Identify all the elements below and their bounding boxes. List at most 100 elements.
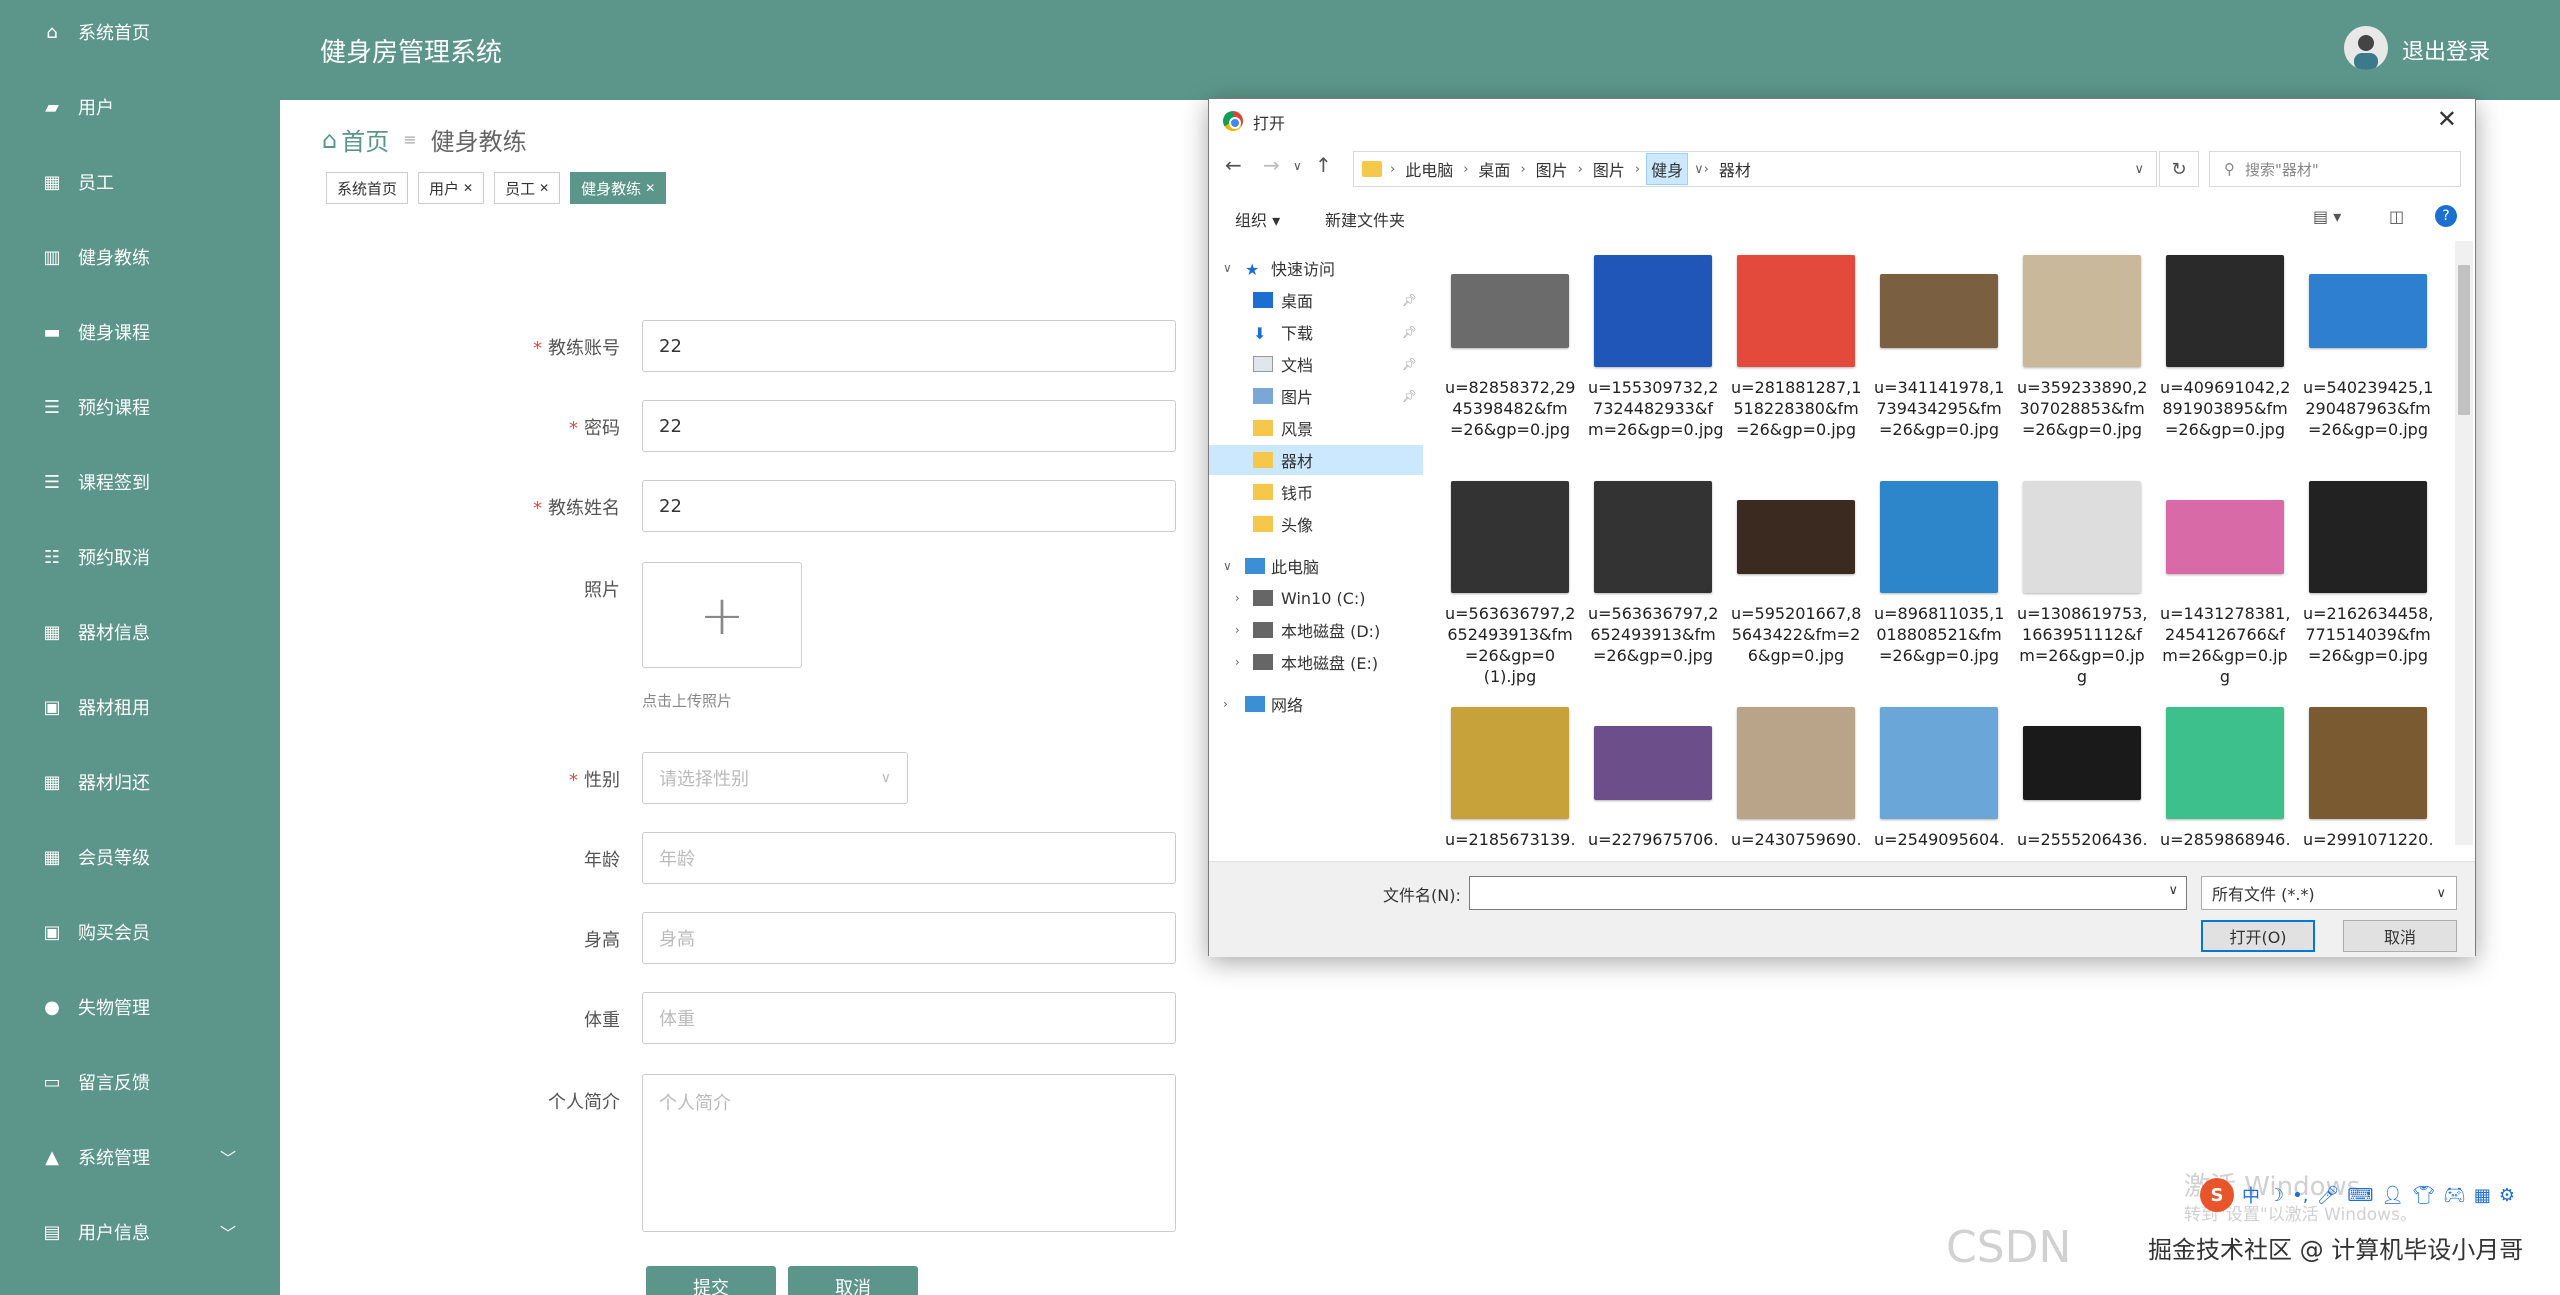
file-item[interactable]: u=2185673139,1962253289&f	[1445, 703, 1575, 845]
file-item[interactable]: u=2430759690,1157824097&f	[1731, 703, 1861, 845]
sidebar-item[interactable]: ☰ 课程签到	[0, 462, 280, 502]
logout-button[interactable]: 退出登录	[2402, 34, 2490, 66]
file-item[interactable]: u=896811035,1 018808521&fm =26&gp=0.jpg	[1874, 477, 2004, 666]
sidebar-item[interactable]: ▣ 器材租用	[0, 687, 280, 727]
avatar[interactable]	[2344, 26, 2388, 70]
tree-item[interactable]: 器材	[1209, 445, 1423, 475]
address-dropdown-icon[interactable]: ∨	[2134, 162, 2144, 177]
expand-icon[interactable]: ›	[1235, 591, 1240, 605]
account-input[interactable]: 22	[642, 320, 1176, 372]
back-icon[interactable]: ←	[1225, 153, 1242, 177]
recent-dropdown-icon[interactable]: ∨	[1293, 159, 1302, 173]
dialog-cancel-button[interactable]: 取消	[2343, 920, 2457, 952]
new-folder-button[interactable]: 新建文件夹	[1325, 207, 1405, 231]
refresh-icon[interactable]: ↻	[2159, 151, 2199, 187]
punctuation-icon[interactable]: •,	[2292, 1185, 2308, 1206]
help-icon[interactable]: ?	[2435, 205, 2457, 227]
chevron-down-icon[interactable]: ∨	[2168, 883, 2178, 898]
file-item[interactable]: u=2859868946,2452975798&f	[2160, 703, 2290, 845]
file-item[interactable]: u=341141978,1 739434295&fm =26&gp=0.jpg	[1874, 251, 2004, 440]
tree-item[interactable]: › 网络	[1209, 689, 1423, 719]
sidebar-item[interactable]: ▰ 用户	[0, 87, 280, 127]
gamepad-icon[interactable]: 🎮︎	[2443, 1185, 2466, 1206]
sidebar-item[interactable]: ▣ 购买会员	[0, 912, 280, 952]
tree-item[interactable]: › 本地磁盘 (D:)	[1209, 615, 1423, 645]
sidebar-item[interactable]: ▥ 健身教练	[0, 237, 280, 277]
path-segment[interactable]: 图片	[1532, 154, 1572, 184]
up-icon[interactable]: ↑	[1315, 153, 1332, 177]
tree-item[interactable]: 头像	[1209, 509, 1423, 539]
breadcrumb-home[interactable]: 首页	[341, 122, 389, 157]
view-options-icon[interactable]: ▤ ▾	[2313, 207, 2341, 226]
sidebar-item[interactable]: ▬ 健身课程	[0, 312, 280, 352]
chinese-mode-icon[interactable]: 中	[2242, 1182, 2260, 1208]
tree-item[interactable]: 钱币	[1209, 477, 1423, 507]
settings-icon[interactable]: ⚙	[2499, 1185, 2515, 1206]
path-segment[interactable]: 器材	[1715, 154, 1755, 184]
expand-icon[interactable]: ›	[1235, 655, 1240, 669]
tab-coach[interactable]: 健身教练 ✕	[570, 172, 667, 204]
open-button[interactable]: 打开(O)	[2201, 920, 2315, 952]
sogou-icon[interactable]: S	[2200, 1178, 2234, 1212]
tree-item[interactable]: 桌面 📌︎	[1209, 285, 1423, 315]
password-input[interactable]: 22	[642, 400, 1176, 452]
address-bar[interactable]: › 此电脑 › 桌面 › 图片 › 图片 › 健身 ∨ › 器材 ∨	[1353, 151, 2157, 187]
tree-item[interactable]: › 本地磁盘 (E:)	[1209, 647, 1423, 677]
sidebar-item[interactable]: ▭ 留言反馈	[0, 1062, 280, 1102]
expand-icon[interactable]: ∨	[1223, 261, 1232, 275]
apps-icon[interactable]: ▦	[2474, 1185, 2491, 1206]
tree-item[interactable]: 文档 📌︎	[1209, 349, 1423, 379]
file-item[interactable]: u=2991071220,2128066744&f	[2303, 703, 2433, 845]
skin-icon[interactable]: 👕︎	[2412, 1185, 2435, 1206]
file-item[interactable]: u=1431278381, 2454126766&f m=26&gp=0.jp g	[2160, 477, 2290, 687]
preview-pane-icon[interactable]: ◫	[2389, 207, 2404, 226]
path-segment[interactable]: 图片	[1589, 154, 1629, 184]
path-segment[interactable]: 桌面	[1474, 154, 1514, 184]
sidebar-item[interactable]: ⌂ 系统首页	[0, 12, 280, 52]
close-icon[interactable]: ✕	[539, 181, 549, 195]
intro-textarea[interactable]: 个人简介	[642, 1074, 1176, 1232]
sidebar-item[interactable]: ▦ 器材信息	[0, 612, 280, 652]
sidebar-item[interactable]: ☰ 预约课程	[0, 387, 280, 427]
file-item[interactable]: u=540239425,1 290487963&fm =26&gp=0.jpg	[2303, 251, 2433, 440]
submit-button[interactable]: 提交	[646, 1266, 776, 1295]
organize-button[interactable]: 组织 ▾	[1235, 207, 1280, 231]
file-item[interactable]: u=2279675706,4056733548&f	[1588, 703, 1718, 845]
file-item[interactable]: u=2162634458, 771514039&fm =26&gp=0.jpg	[2303, 477, 2433, 666]
age-input[interactable]: 年龄	[642, 832, 1176, 884]
sidebar-item[interactable]: ▦ 员工	[0, 162, 280, 202]
chevron-down-icon[interactable]: ∨	[1694, 162, 1704, 177]
filetype-select[interactable]: 所有文件 (*.*) ∨	[2201, 876, 2457, 910]
name-input[interactable]: 22	[642, 480, 1176, 532]
tree-item[interactable]: ⬇ 下载 📌︎	[1209, 317, 1423, 347]
close-icon[interactable]: ✕	[2437, 105, 2457, 133]
tree-item[interactable]: › Win10 (C:)	[1209, 583, 1423, 613]
tree-item[interactable]: ∨ ★ 快速访问	[1209, 253, 1423, 283]
tree-item[interactable]: 图片 📌︎	[1209, 381, 1423, 411]
tab-staff[interactable]: 员工 ✕	[494, 172, 561, 204]
sidebar-item[interactable]: ▲ 系统管理 ﹀	[0, 1137, 280, 1177]
file-item[interactable]: u=563636797,2 652493913&fm =26&gp=0.jpg	[1588, 477, 1718, 666]
path-segment[interactable]: 此电脑	[1401, 154, 1457, 184]
close-icon[interactable]: ✕	[463, 181, 473, 195]
vertical-scrollbar[interactable]	[2455, 241, 2473, 845]
height-input[interactable]: 身高	[642, 912, 1176, 964]
sidebar-item[interactable]: ● 失物管理	[0, 987, 280, 1027]
expand-icon[interactable]: ›	[1235, 623, 1240, 637]
search-input[interactable]: ⚲ 搜索"器材"	[2209, 151, 2461, 187]
microphone-icon[interactable]: 🎤︎	[2316, 1185, 2339, 1206]
tab-users[interactable]: 用户 ✕	[418, 172, 485, 204]
sidebar-item[interactable]: ▦ 器材归还	[0, 762, 280, 802]
file-item[interactable]: u=281881287,1 518228380&fm =26&gp=0.jpg	[1731, 251, 1861, 440]
gender-select[interactable]: 请选择性别 ∨	[642, 752, 908, 804]
sidebar-item[interactable]: ▤ 用户信息 ﹀	[0, 1212, 280, 1252]
path-segment[interactable]: 健身	[1646, 153, 1689, 185]
file-item[interactable]: u=1308619753, 1663951112&f m=26&gp=0.jp g	[2017, 477, 2147, 687]
cancel-button[interactable]: 取消	[788, 1266, 918, 1295]
file-item[interactable]: u=563636797,2 652493913&fm =26&gp=0 (1).jpg	[1445, 477, 1575, 687]
file-item[interactable]: u=82858372,29 45398482&fm =26&gp=0.jpg	[1445, 251, 1575, 440]
file-item[interactable]: u=155309732,2 7324482933&f m=26&gp=0.jpg	[1588, 251, 1724, 440]
weight-input[interactable]: 体重	[642, 992, 1176, 1044]
user-icon[interactable]: 👤︎	[2381, 1185, 2404, 1206]
file-item[interactable]: u=2549095604,2340526555&f	[1874, 703, 2004, 845]
